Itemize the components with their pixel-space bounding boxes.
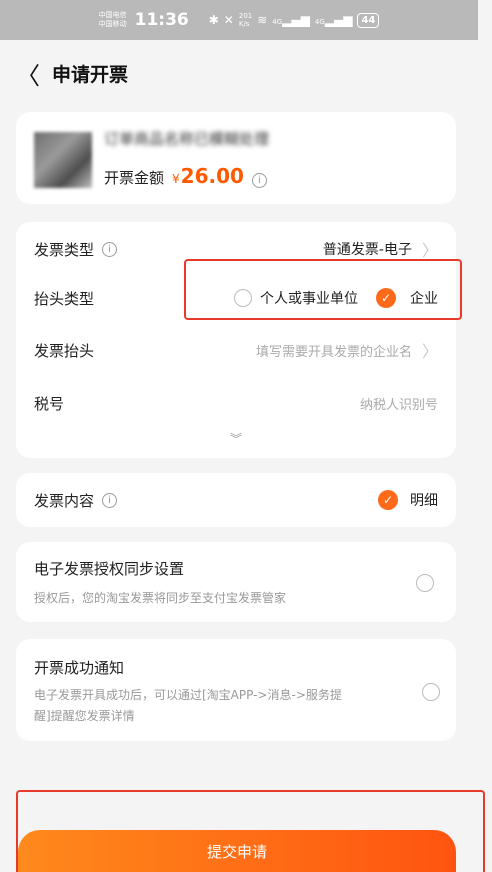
invoice-title-row[interactable]: 发票抬头 填写需要开具发票的企业名 〉 (34, 337, 438, 363)
success-notify-card[interactable]: 开票成功通知 电子发票开具成功后，可以通过[淘宝APP->消息->服务提 醒]提… (16, 639, 456, 741)
tax-id-label: 税号 (34, 394, 65, 413)
tax-id-row: 税号 纳税人识别号 (34, 390, 438, 416)
sync-settings-description: 授权后，您的淘宝发票将同步至支付宝发票管家 (34, 591, 287, 605)
invoice-title-label: 发票抬头 (34, 341, 95, 360)
right-edge (478, 0, 492, 872)
highlight-box-title-type (184, 259, 462, 320)
amount-value: ¥26.00 (172, 164, 244, 188)
notify-description: 电子发票开具成功后，可以通过[淘宝APP->消息->服务提 醒]提醒您发票详情 (34, 685, 424, 727)
info-icon[interactable]: i (102, 492, 118, 508)
sync-settings-title: 电子发票授权同步设置 (34, 560, 185, 578)
signal-2-label: 4G (314, 18, 325, 26)
amount-label: 开票金额 (104, 169, 165, 187)
title-type-label: 抬头类型 (34, 289, 95, 308)
product-card: 订单商品名称已模糊处理 开票金额 ¥26.00 i (16, 112, 456, 204)
invoice-form-card: 发票类型 i 普通发票-电子 〉 抬头类型 个人或事业单位 ✓ 企业 发票抬头 … (16, 222, 456, 458)
chevron-right-icon: 〉 (421, 241, 438, 260)
carrier-2: 中国移动 (98, 20, 127, 28)
invoice-amount-row: 开票金额 ¥26.00 i (104, 164, 267, 188)
net-speed: 201 K/s (239, 12, 252, 28)
invoice-type-value-wrap: 普通发票-电子 〉 (323, 237, 438, 261)
invoice-content-label-wrap: 发票内容 i (34, 490, 118, 511)
invoice-title-input[interactable]: 填写需要开具发票的企业名 (256, 341, 412, 360)
status-icons: ✱ ✕ 201 K/s ≋ 4G▂▄▆ 4G▂▄▆ 44 (209, 12, 380, 28)
battery-icon: 44 (357, 12, 380, 28)
signal-2: 4G▂▄▆ (314, 13, 353, 27)
option-detail-label: 明细 (410, 493, 438, 509)
radio-checked-icon: ✓ (378, 490, 398, 510)
net-speed-value: 201 (238, 12, 253, 20)
invoice-content-row: 发票内容 i ✓ 明细 (34, 487, 438, 513)
vibrate-icon: ✱ (208, 13, 219, 27)
notify-radio-icon[interactable] (422, 683, 440, 701)
carrier-1: 中国电信 (98, 11, 127, 19)
product-name: 订单商品名称已模糊处理 (104, 130, 270, 146)
tax-id-input[interactable]: 纳税人识别号 (360, 394, 438, 413)
invoice-title-value-wrap: 填写需要开具发票的企业名 〉 (256, 338, 438, 362)
amount-number: 26.00 (180, 164, 244, 188)
carrier-labels: 中国电信 中国移动 (99, 11, 127, 29)
sync-settings-card[interactable]: 电子发票授权同步设置 授权后，您的淘宝发票将同步至支付宝发票管家 (16, 542, 456, 622)
mute-icon: ✕ (223, 13, 234, 27)
option-detail[interactable]: ✓ 明细 (378, 490, 438, 510)
invoice-content-label: 发票内容 (34, 491, 95, 510)
status-bar: 中国电信 中国移动 11:36 ✱ ✕ 201 K/s ≋ 4G▂▄▆ 4G▂▄… (0, 0, 478, 40)
invoice-type-label: 发票类型 (34, 240, 95, 259)
info-icon[interactable]: i (251, 173, 267, 188)
invoice-type-label-wrap: 发票类型 i (34, 239, 118, 260)
notify-description-line1: 电子发票开具成功后，可以通过[淘宝APP->消息->服务提 (34, 688, 342, 702)
sync-radio-icon[interactable] (416, 574, 434, 592)
signal-1-label: 4G (272, 18, 283, 26)
wifi-icon: ≋ (257, 13, 268, 27)
header: 〈 申请开票 (0, 40, 478, 106)
notify-description-line2: 醒]提醒您发票详情 (34, 709, 135, 723)
page-title: 申请开票 (52, 63, 129, 86)
currency-symbol: ¥ (172, 172, 180, 186)
invoice-type-value: 普通发票-电子 (322, 242, 412, 258)
info-icon[interactable]: i (102, 241, 118, 257)
expand-down-icon[interactable]: ︾ (16, 430, 456, 447)
submit-button[interactable]: 提交申请 (18, 830, 456, 872)
notify-title: 开票成功通知 (34, 659, 125, 677)
signal-1: 4G▂▄▆ (272, 13, 310, 27)
back-arrow-icon[interactable]: 〈 (16, 56, 40, 91)
product-thumbnail (34, 132, 92, 188)
invoice-content-card: 发票内容 i ✓ 明细 (16, 473, 456, 527)
chevron-right-icon: 〉 (421, 342, 438, 361)
status-time: 11:36 (134, 10, 189, 30)
net-speed-unit: K/s (238, 20, 250, 28)
